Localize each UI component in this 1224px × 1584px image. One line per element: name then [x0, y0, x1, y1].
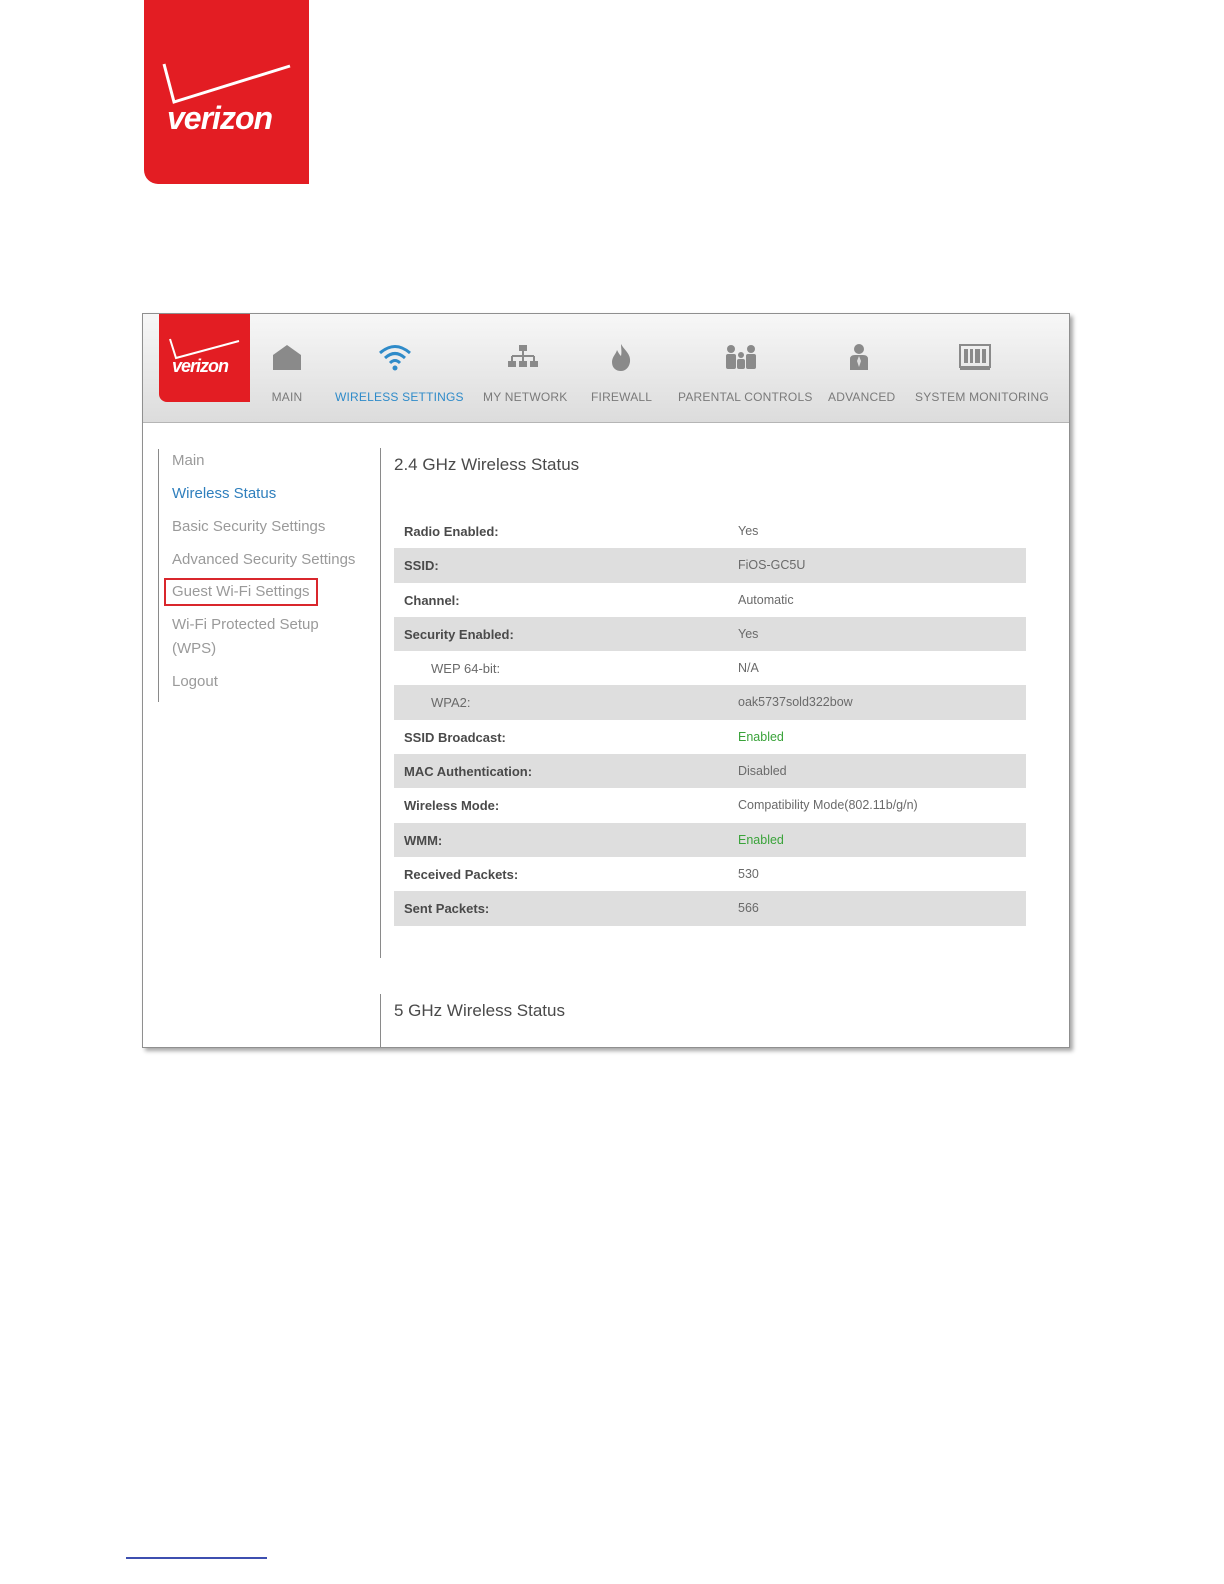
table-row: Security Enabled: Yes — [394, 616, 1026, 652]
row-label: Radio Enabled: — [404, 524, 499, 539]
flame-icon — [591, 342, 651, 376]
row-label: Channel: — [404, 592, 460, 608]
row-value: Enabled — [738, 729, 784, 744]
row-value: 566 — [738, 901, 759, 916]
row-label: WMM: — [404, 832, 443, 848]
nav-main[interactable]: MAIN — [267, 342, 307, 408]
row-value: Automatic — [738, 592, 794, 607]
nav-advanced[interactable]: ADVANCED — [828, 342, 896, 408]
table-row: Received Packets: 530 — [394, 857, 1026, 891]
app-logo-wordmark: verizon — [172, 356, 229, 376]
nav-system-monitoring[interactable]: SYSTEM MONITORING — [915, 342, 1049, 408]
sidebar: Main Wireless Status Basic Security Sett… — [158, 449, 369, 702]
table-row: SSID: FiOS-GC5U — [394, 548, 1026, 583]
row-label: WPA2: — [431, 695, 471, 711]
row-value: oak5737sold322bow — [738, 695, 853, 710]
row-label: SSID: — [404, 558, 439, 574]
row-label: SSID Broadcast: — [404, 729, 506, 745]
app-logo[interactable]: verizon — [159, 314, 250, 402]
table-row: WEP 64-bit: N/A — [394, 651, 1026, 685]
row-value: Compatibility Mode(802.11b/g/n) — [738, 798, 918, 813]
sidebar-item-wireless-status[interactable]: Wireless Status — [172, 482, 276, 506]
sidebar-item-basic-security[interactable]: Basic Security Settings — [172, 515, 325, 539]
sidebar-item-guest-wifi[interactable]: Guest Wi-Fi Settings — [164, 578, 318, 606]
table-row: WPA2: oak5737sold322bow — [394, 685, 1026, 720]
sidebar-item-advanced-security[interactable]: Advanced Security Settings — [172, 548, 355, 572]
sidebar-item-wps[interactable]: Wi-Fi Protected Setup (WPS) — [172, 613, 332, 661]
row-label: Wireless Mode: — [404, 798, 500, 814]
nav-label: ADVANCED — [828, 390, 896, 404]
user-icon — [828, 342, 890, 376]
nav-firewall[interactable]: FIREWALL — [591, 342, 653, 408]
row-label: WEP 64-bit: — [431, 661, 501, 677]
nav-label: WIRELESS SETTINGS — [335, 390, 464, 404]
table-row: WMM: Enabled — [394, 822, 1026, 857]
family-icon — [678, 342, 804, 376]
row-label: MAC Authentication: — [404, 764, 533, 780]
network-icon — [483, 342, 563, 376]
verizon-logo: verizon — [144, 0, 309, 184]
row-label: Received Packets: — [404, 866, 519, 882]
section-title-5ghz: 5 GHz Wireless Status — [394, 1001, 565, 1020]
table-row: Radio Enabled: Yes — [394, 514, 1026, 548]
house-icon — [267, 342, 307, 376]
sidebar-item-main[interactable]: Main — [172, 449, 205, 473]
wifi-icon — [335, 342, 455, 376]
table-row: SSID Broadcast: Enabled — [394, 720, 1026, 754]
table-row: Channel: Automatic — [394, 583, 1026, 617]
table-row: MAC Authentication: Disabled — [394, 754, 1026, 789]
row-value: Disabled — [738, 764, 787, 779]
nav-parental-controls[interactable]: PARENTAL CONTROLS — [678, 342, 813, 408]
verizon-wordmark: verizon — [167, 100, 273, 136]
monitor-icon — [915, 342, 1035, 376]
nav-label: SYSTEM MONITORING — [915, 390, 1049, 404]
nav-my-network[interactable]: MY NETWORK — [483, 342, 568, 408]
row-value: Yes — [738, 626, 759, 641]
row-value: Yes — [738, 524, 759, 538]
table-row: Wireless Mode: Compatibility Mode(802.11b… — [394, 788, 1026, 822]
row-label: Security Enabled: — [404, 626, 514, 642]
table-row: Sent Packets: 566 — [394, 891, 1026, 926]
row-value: 530 — [738, 866, 759, 881]
content-divider — [380, 448, 381, 958]
nav-label: PARENTAL CONTROLS — [678, 390, 813, 404]
row-value: N/A — [738, 661, 759, 676]
nav-label: FIREWALL — [591, 390, 653, 404]
nav-wireless-settings[interactable]: WIRELESS SETTINGS — [335, 342, 464, 408]
sidebar-item-logout[interactable]: Logout — [172, 670, 218, 694]
wireless-status-table: Radio Enabled: Yes SSID: FiOS-GC5U Channel: A… — [394, 514, 1026, 926]
section-title-2-4ghz: 2.4 GHz Wireless Status — [394, 455, 580, 474]
top-nav-bar: verizon MAIN WIRELESS SETTINGS MY NETWOR… — [143, 314, 1069, 423]
footer-link-underline — [126, 1557, 267, 1559]
router-ui-screenshot: verizon MAIN WIRELESS SETTINGS MY NETWOR… — [142, 313, 1070, 1048]
nav-label: MAIN — [271, 390, 303, 404]
row-label: Sent Packets: — [404, 901, 490, 917]
row-value: FiOS-GC5U — [738, 558, 806, 573]
nav-label: MY NETWORK — [483, 390, 568, 404]
content-divider — [380, 994, 381, 1047]
row-value: Enabled — [738, 832, 784, 847]
